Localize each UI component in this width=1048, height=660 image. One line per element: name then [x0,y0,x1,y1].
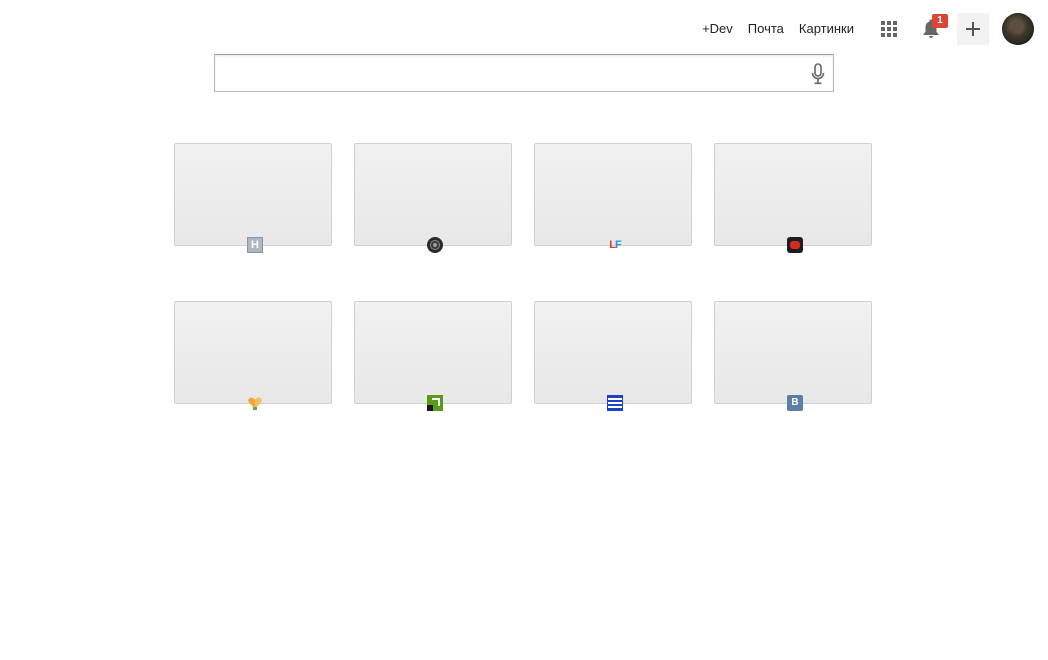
green-arrow-icon [427,395,443,411]
apps-grid-icon [881,21,897,37]
tile-4[interactable] [714,143,872,253]
vk-icon: В [787,395,803,411]
heart-icon [248,397,262,410]
apps-button[interactable] [873,13,905,45]
lf-icon: LF [609,239,621,251]
images-link[interactable]: Картинки [799,13,854,45]
h-icon: H [247,237,263,253]
profile-avatar[interactable] [1002,13,1034,45]
top-bar: +Dev Почта Картинки 1 [702,13,1034,45]
red-square-icon [787,237,803,253]
film-reel-icon [427,237,443,253]
notifications-button[interactable]: 1 [915,13,948,45]
tile-3[interactable]: LF [534,143,692,251]
tile-5[interactable] [174,301,332,410]
plus-dev-link[interactable]: +Dev [702,13,733,45]
mail-link[interactable]: Почта [748,13,784,45]
search-box [214,54,834,92]
blue-striped-icon [607,395,623,411]
microphone-icon [811,63,825,85]
tile-2[interactable] [354,143,512,253]
tile-6[interactable] [354,301,512,411]
tile-1[interactable]: H [174,143,332,253]
voice-search-button[interactable] [807,62,829,86]
tile-8[interactable]: В [714,301,872,411]
notification-count-badge: 1 [932,14,948,28]
share-button[interactable] [957,13,989,45]
search-input[interactable] [215,55,795,91]
tile-7[interactable] [534,301,692,411]
plus-icon [966,22,980,36]
